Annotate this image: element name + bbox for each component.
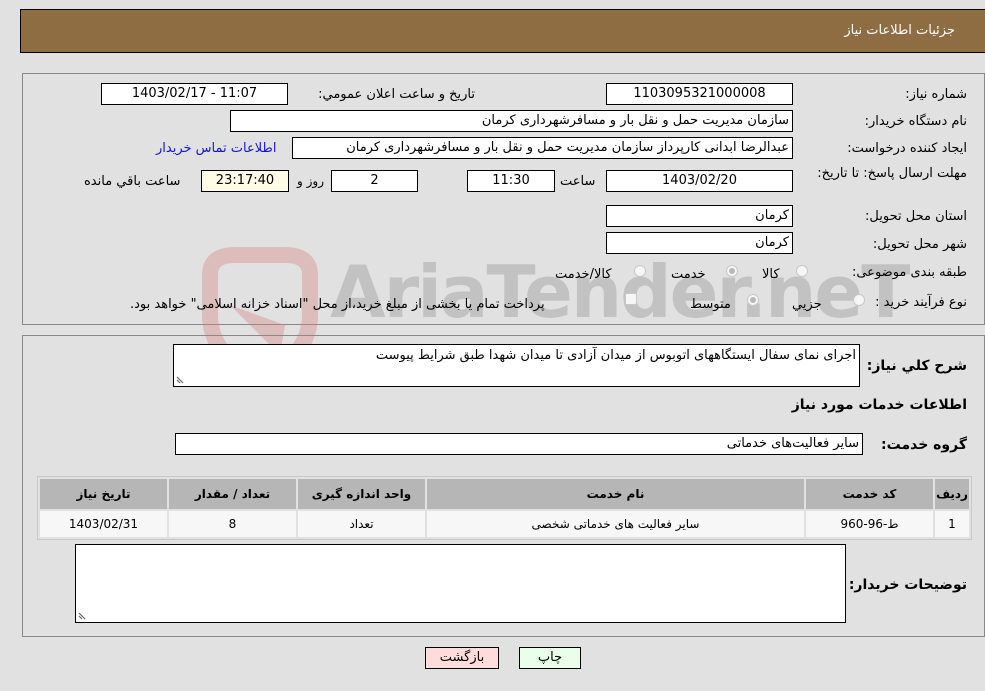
deadline-time-label: ساعت [560, 174, 596, 189]
province-label: استان محل تحويل: [865, 209, 967, 224]
col-need-date: تاريخ نياز [40, 479, 167, 509]
description-label: شرح کلي نياز: [866, 358, 967, 374]
col-unit: واحد اندازه گيری [298, 479, 425, 509]
items-table: رديف کد خدمت نام خدمت واحد اندازه گيری ت… [38, 477, 971, 539]
cell-need-date: 1403/02/31 [40, 511, 167, 537]
requester-field: عبدالرضا ابدانی کارپرداز سازمان مدیریت ح… [292, 137, 793, 159]
table-header-row: رديف کد خدمت نام خدمت واحد اندازه گيری ت… [40, 479, 969, 509]
page-title: جزئیات اطلاعات نیاز [844, 23, 955, 38]
cell-service-code: ط-96-960 [806, 511, 933, 537]
buyer-org-field: سازمان مدیریت حمل و نقل بار و مسافرشهردا… [230, 110, 793, 132]
buyer-contact-link[interactable]: اطلاعات تماس خريدار [156, 141, 276, 156]
announce-datetime-label: تاريخ و ساعت اعلان عمومي: [318, 87, 475, 102]
category-option-goods-service: کالا/خدمت [555, 267, 612, 282]
cell-row-number: 1 [935, 511, 969, 537]
category-radio-goods[interactable] [796, 265, 808, 277]
category-radio-service[interactable] [726, 265, 738, 277]
watermark-text: AriaTender.neT [330, 250, 910, 334]
cell-service-name: سایر فعالیت های خدماتی شخصی [427, 511, 804, 537]
buyer-org-label: نام دستگاه خريدار: [864, 114, 967, 129]
treasury-docs-checkbox[interactable] [625, 293, 637, 305]
description-text: اجرای نمای سفال ایستگاههای اتوبوس از مید… [375, 348, 856, 363]
need-number-label: شماره نیاز: [905, 87, 967, 102]
deadline-label: مهلت ارسال پاسخ: تا تاريخ: [807, 165, 967, 183]
table-row: 1 ط-96-960 سایر فعالیت های خدماتی شخصی ت… [40, 511, 969, 537]
category-option-goods: کالا [762, 267, 780, 282]
page-header: جزئیات اطلاعات نیاز [20, 9, 985, 53]
col-service-name: نام خدمت [427, 479, 804, 509]
buyer-notes-label: توضيحات خريدار: [848, 577, 967, 593]
process-radio-medium[interactable] [747, 294, 759, 306]
deadline-date-field: 1403/02/20 [606, 170, 793, 192]
col-quantity: تعداد / مقدار [169, 479, 296, 509]
cell-quantity: 8 [169, 511, 296, 537]
city-label: شهر محل تحويل: [872, 237, 967, 252]
resize-grip-icon[interactable] [176, 374, 186, 384]
services-heading: اطلاعات خدمات مورد نياز [791, 397, 967, 413]
category-option-service: خدمت [671, 267, 706, 282]
time-remaining-field: 23:17:40 [201, 170, 289, 192]
process-type-label: نوع فرآيند خريد : [875, 295, 967, 310]
days-remaining-field: 2 [331, 170, 418, 192]
buyer-notes-textarea[interactable] [75, 544, 846, 623]
col-row-number: رديف [935, 479, 969, 509]
province-field: کرمان [606, 205, 793, 227]
deadline-label-text: مهلت ارسال پاسخ: تا تاريخ: [817, 166, 967, 181]
process-radio-minor[interactable] [853, 294, 865, 306]
requester-label: ايجاد کننده درخواست: [847, 141, 967, 156]
deadline-time-field: 11:30 [467, 170, 555, 192]
cell-unit: تعداد [298, 511, 425, 537]
announce-datetime-field: 1403/02/17 - 11:07 [101, 83, 288, 105]
city-field: کرمان [606, 232, 793, 254]
col-service-code: کد خدمت [806, 479, 933, 509]
description-textarea[interactable]: اجرای نمای سفال ایستگاههای اتوبوس از مید… [173, 344, 860, 387]
need-number-field: 1103095321000008 [606, 83, 793, 105]
back-button[interactable]: بازگشت [425, 647, 499, 669]
resize-grip-icon[interactable] [78, 610, 88, 620]
service-group-field: سایر فعالیت‌های خدماتی [175, 433, 863, 455]
process-option-minor: جزيي [792, 297, 822, 312]
time-remaining-label: ساعت باقي مانده [84, 174, 181, 189]
process-option-medium: متوسط [690, 297, 731, 312]
items-table-wrap: رديف کد خدمت نام خدمت واحد اندازه گيری ت… [37, 476, 972, 540]
print-button[interactable]: چاپ [519, 647, 581, 669]
treasury-docs-label: پرداخت تمام يا بخشی از مبلغ خريد،از محل … [130, 297, 545, 312]
service-group-label: گروه خدمت: [881, 437, 967, 453]
days-label: روز و [297, 174, 324, 188]
category-label: طبقه بندی موضوعی: [851, 265, 967, 280]
category-radio-goods-service[interactable] [634, 265, 646, 277]
